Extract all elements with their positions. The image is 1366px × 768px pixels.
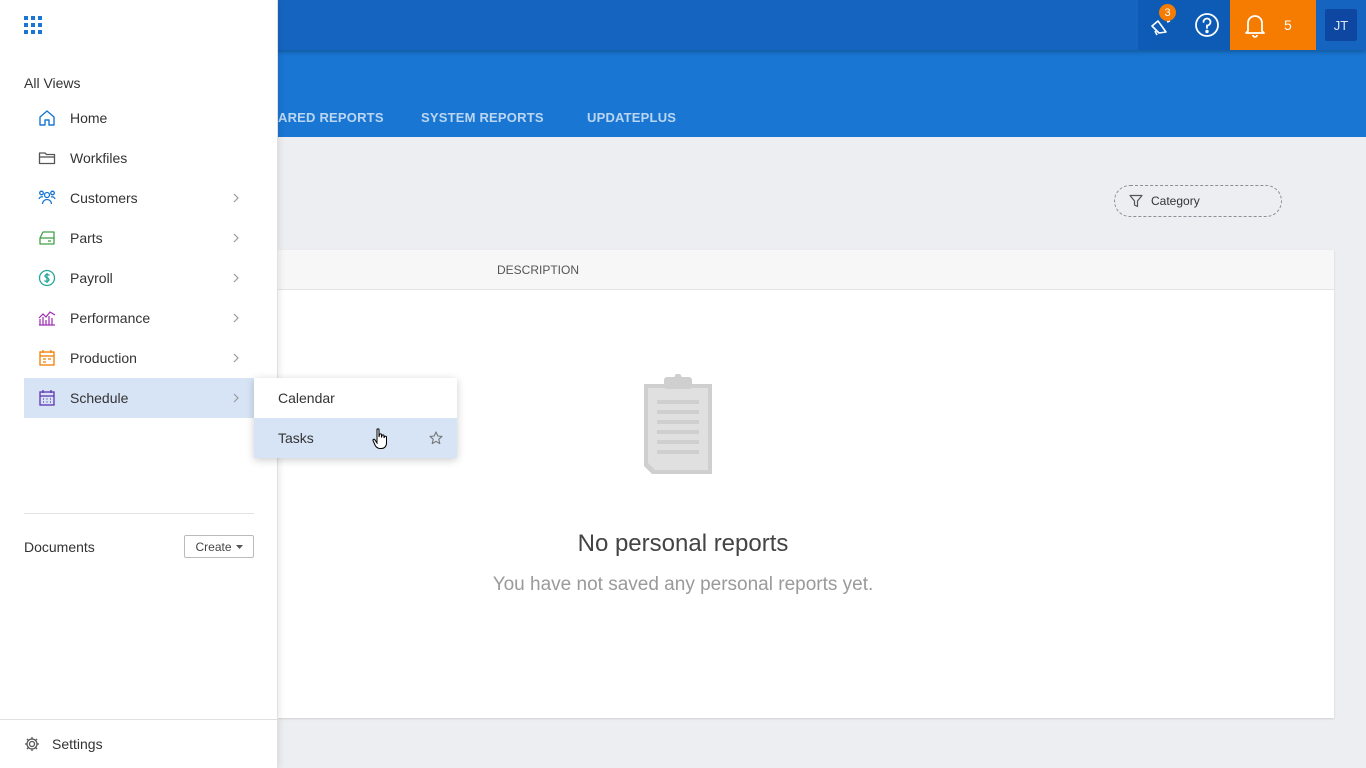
all-views-heading: All Views <box>24 75 81 91</box>
tab-updateplus[interactable]: UPDATEPLUS <box>587 110 676 125</box>
submenu-item-label: Tasks <box>278 430 314 446</box>
sidebar-item-label: Payroll <box>70 270 113 286</box>
parts-icon <box>39 231 55 245</box>
calendar-icon <box>39 390 55 406</box>
side-nav: All Views Home Workfiles Customers Parts… <box>0 0 278 768</box>
help-icon <box>1195 13 1219 37</box>
sidebar-item-label: Workfiles <box>70 150 128 166</box>
submenu-item-tasks[interactable]: Tasks <box>254 418 457 458</box>
nav-list: Home Workfiles Customers Parts Payroll P… <box>24 98 254 418</box>
submenu-item-calendar[interactable]: Calendar <box>254 378 457 418</box>
announcements-button[interactable]: 3 <box>1138 0 1184 50</box>
sidebar-item-schedule[interactable]: Schedule <box>24 378 254 418</box>
tab-system-reports[interactable]: SYSTEM REPORTS <box>421 110 544 125</box>
category-filter[interactable]: Category <box>1114 185 1282 217</box>
sidebar-item-production[interactable]: Production <box>24 338 254 378</box>
user-menu[interactable]: JT <box>1316 0 1366 50</box>
sidebar-item-parts[interactable]: Parts <box>24 218 254 258</box>
column-header-description[interactable]: DESCRIPTION <box>497 263 579 277</box>
home-icon <box>39 110 55 126</box>
table-header: DESCRIPTION <box>278 250 1334 290</box>
clipboard-icon <box>644 374 712 474</box>
announcements-badge: 3 <box>1159 4 1176 21</box>
app-grid-icon[interactable] <box>24 16 42 34</box>
production-icon <box>39 350 55 366</box>
schedule-submenu: Calendar Tasks <box>254 378 457 458</box>
settings-label: Settings <box>52 736 103 752</box>
submenu-item-label: Calendar <box>278 390 335 406</box>
avatar: JT <box>1325 9 1357 41</box>
chevron-right-icon <box>233 193 239 203</box>
chevron-right-icon <box>233 273 239 283</box>
sidebar-item-workfiles[interactable]: Workfiles <box>24 138 254 178</box>
chevron-right-icon <box>233 313 239 323</box>
notifications-button[interactable]: 5 <box>1230 0 1316 50</box>
hand-cursor-icon <box>372 428 387 449</box>
caret-down-icon <box>235 544 243 549</box>
bell-icon <box>1245 15 1265 38</box>
sidebar-item-label: Parts <box>70 230 103 246</box>
reports-table: DESCRIPTION No personal reports You have… <box>278 250 1334 718</box>
empty-state-subtitle: You have not saved any personal reports … <box>492 574 874 595</box>
gear-icon <box>25 737 39 751</box>
top-actions: 3 5 JT <box>1138 0 1366 50</box>
star-icon[interactable] <box>429 431 443 445</box>
empty-state-title: No personal reports <box>577 530 789 557</box>
sidebar-item-home[interactable]: Home <box>24 98 254 138</box>
chevron-right-icon <box>233 353 239 363</box>
performance-icon <box>38 311 56 326</box>
tab-shared-reports[interactable]: ARED REPORTS <box>278 110 384 125</box>
create-button-label: Create <box>195 539 232 554</box>
dollar-icon <box>38 269 56 287</box>
filter-icon <box>1129 194 1143 208</box>
create-document-button[interactable]: Create <box>184 535 254 558</box>
category-filter-label: Category <box>1151 194 1200 208</box>
sidebar-item-label: Performance <box>70 310 151 326</box>
chevron-right-icon <box>233 233 239 243</box>
help-button[interactable] <box>1184 0 1230 50</box>
sidebar-item-customers[interactable]: Customers <box>24 178 254 218</box>
documents-heading: Documents <box>24 539 95 555</box>
sidebar-item-label: Customers <box>70 190 138 206</box>
settings-link[interactable]: Settings <box>0 719 278 768</box>
nav-divider <box>24 513 254 514</box>
sidebar-item-payroll[interactable]: Payroll <box>24 258 254 298</box>
customers-icon <box>38 190 56 205</box>
sidebar-item-label: Home <box>70 110 108 126</box>
sidebar-item-label: Schedule <box>70 390 129 406</box>
sidebar-item-performance[interactable]: Performance <box>24 298 254 338</box>
folder-icon <box>38 152 56 165</box>
sidebar-item-label: Production <box>70 350 137 366</box>
chevron-right-icon <box>233 393 239 403</box>
notification-count: 5 <box>1284 17 1292 33</box>
